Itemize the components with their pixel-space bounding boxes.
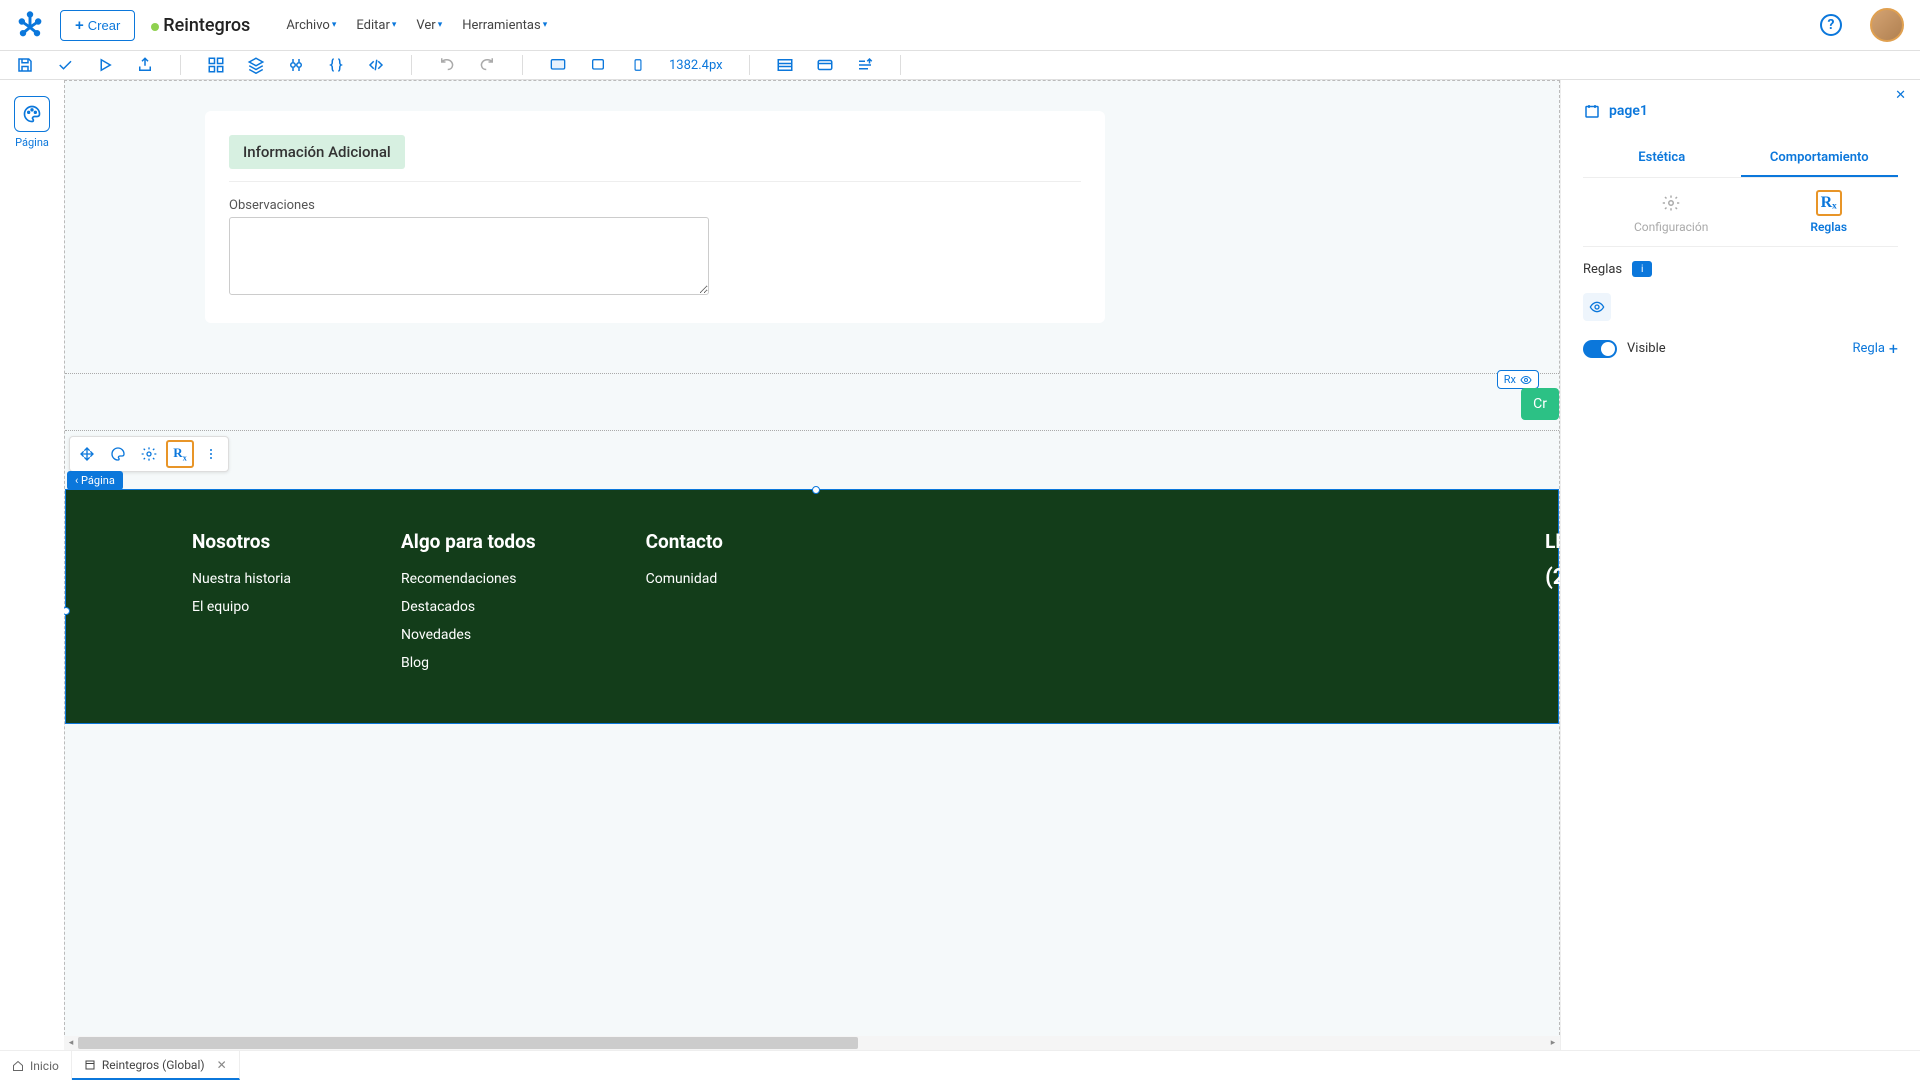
viewport-width[interactable]: 1382.4px [669, 58, 723, 73]
menu-editar[interactable]: Editar▾ [356, 18, 396, 33]
rules-label: Reglas [1583, 262, 1622, 277]
footer-link[interactable]: Novedades [401, 627, 536, 643]
status-dot-icon [151, 23, 159, 31]
desktop-icon[interactable] [549, 56, 567, 74]
braces-icon[interactable] [327, 56, 345, 74]
app-logo[interactable] [16, 11, 44, 39]
footer-block[interactable]: Nosotros Nuestra historia El equipo Algo… [65, 489, 1559, 724]
horizontal-scrollbar[interactable]: ◂ ▸ [64, 1036, 1560, 1050]
save-icon[interactable] [16, 56, 34, 74]
panel-title: page1 [1583, 102, 1898, 120]
grid-toggle-icon[interactable] [776, 56, 794, 74]
undo-icon[interactable] [438, 56, 456, 74]
play-icon[interactable] [96, 56, 114, 74]
palette-button[interactable] [14, 96, 50, 132]
breadcrumb-tag[interactable]: ‹ Página [67, 471, 123, 490]
document-title: Reintegros [163, 15, 250, 36]
footer-link[interactable]: Destacados [401, 599, 536, 615]
bottom-tab-reintegros[interactable]: Reintegros (Global) ✕ [72, 1051, 240, 1080]
subtab-reglas[interactable]: Rₓ Reglas [1810, 190, 1847, 234]
user-avatar[interactable] [1870, 8, 1904, 42]
export-icon[interactable] [136, 56, 154, 74]
visibility-button[interactable] [1583, 293, 1611, 321]
doc-title-area: Reintegros [151, 15, 250, 36]
layers-icon[interactable] [247, 56, 265, 74]
tab-estetica[interactable]: Estética [1583, 140, 1741, 177]
add-rule-button[interactable]: Regla+ [1852, 339, 1898, 358]
footer-col2-title: Algo para todos [401, 530, 536, 553]
tab-comportamiento[interactable]: Comportamiento [1741, 140, 1899, 177]
move-icon[interactable] [73, 440, 101, 468]
footer-link[interactable]: Blog [401, 655, 536, 671]
close-icon[interactable]: ✕ [1895, 88, 1906, 103]
create-button[interactable]: +Crear [60, 10, 135, 41]
subtab-configuracion[interactable]: Configuración [1634, 190, 1708, 234]
observations-label: Observaciones [229, 198, 1081, 213]
gear-icon[interactable] [135, 440, 163, 468]
palette-small-icon[interactable] [104, 440, 132, 468]
rx-badge[interactable]: Rx [1497, 370, 1539, 389]
palette-label: Página [15, 136, 49, 149]
element-toolbar: Rx [69, 436, 229, 472]
footer-link[interactable]: Comunidad [646, 571, 723, 587]
footer-link[interactable]: Nuestra historia [192, 571, 291, 587]
footer-call-label: Llá [1545, 530, 1560, 553]
menu-archivo[interactable]: Archivo▾ [286, 18, 336, 33]
menu-herramientas[interactable]: Herramientas▾ [462, 18, 547, 33]
footer-col3-title: Contacto [646, 530, 723, 553]
bottom-tab-inicio[interactable]: Inicio [0, 1051, 72, 1080]
align-icon[interactable] [856, 56, 874, 74]
tablet-icon[interactable] [589, 56, 607, 74]
section-title: Información Adicional [229, 135, 405, 169]
mobile-icon[interactable] [629, 56, 647, 74]
more-icon[interactable] [197, 440, 225, 468]
container-icon[interactable] [816, 56, 834, 74]
menu-ver[interactable]: Ver▾ [416, 18, 442, 33]
submit-button[interactable]: Cr [1521, 388, 1559, 420]
code-icon[interactable] [367, 56, 385, 74]
close-tab-icon[interactable]: ✕ [217, 1058, 227, 1072]
rules-rx-icon[interactable]: Rx [166, 440, 194, 468]
help-icon[interactable]: ? [1820, 14, 1842, 36]
variables-icon[interactable] [287, 56, 305, 74]
check-icon[interactable] [56, 56, 74, 74]
visible-label: Visible [1627, 341, 1666, 356]
footer-link[interactable]: El equipo [192, 599, 291, 615]
components-icon[interactable] [207, 56, 225, 74]
footer-phone: (22 [1545, 565, 1560, 590]
info-badge-icon[interactable]: i [1632, 261, 1652, 277]
redo-icon[interactable] [478, 56, 496, 74]
footer-col1-title: Nosotros [192, 530, 291, 553]
observations-textarea[interactable] [229, 217, 709, 295]
footer-link[interactable]: Recomendaciones [401, 571, 536, 587]
form-card: Información Adicional Observaciones [205, 111, 1105, 323]
visible-toggle[interactable] [1583, 340, 1617, 358]
